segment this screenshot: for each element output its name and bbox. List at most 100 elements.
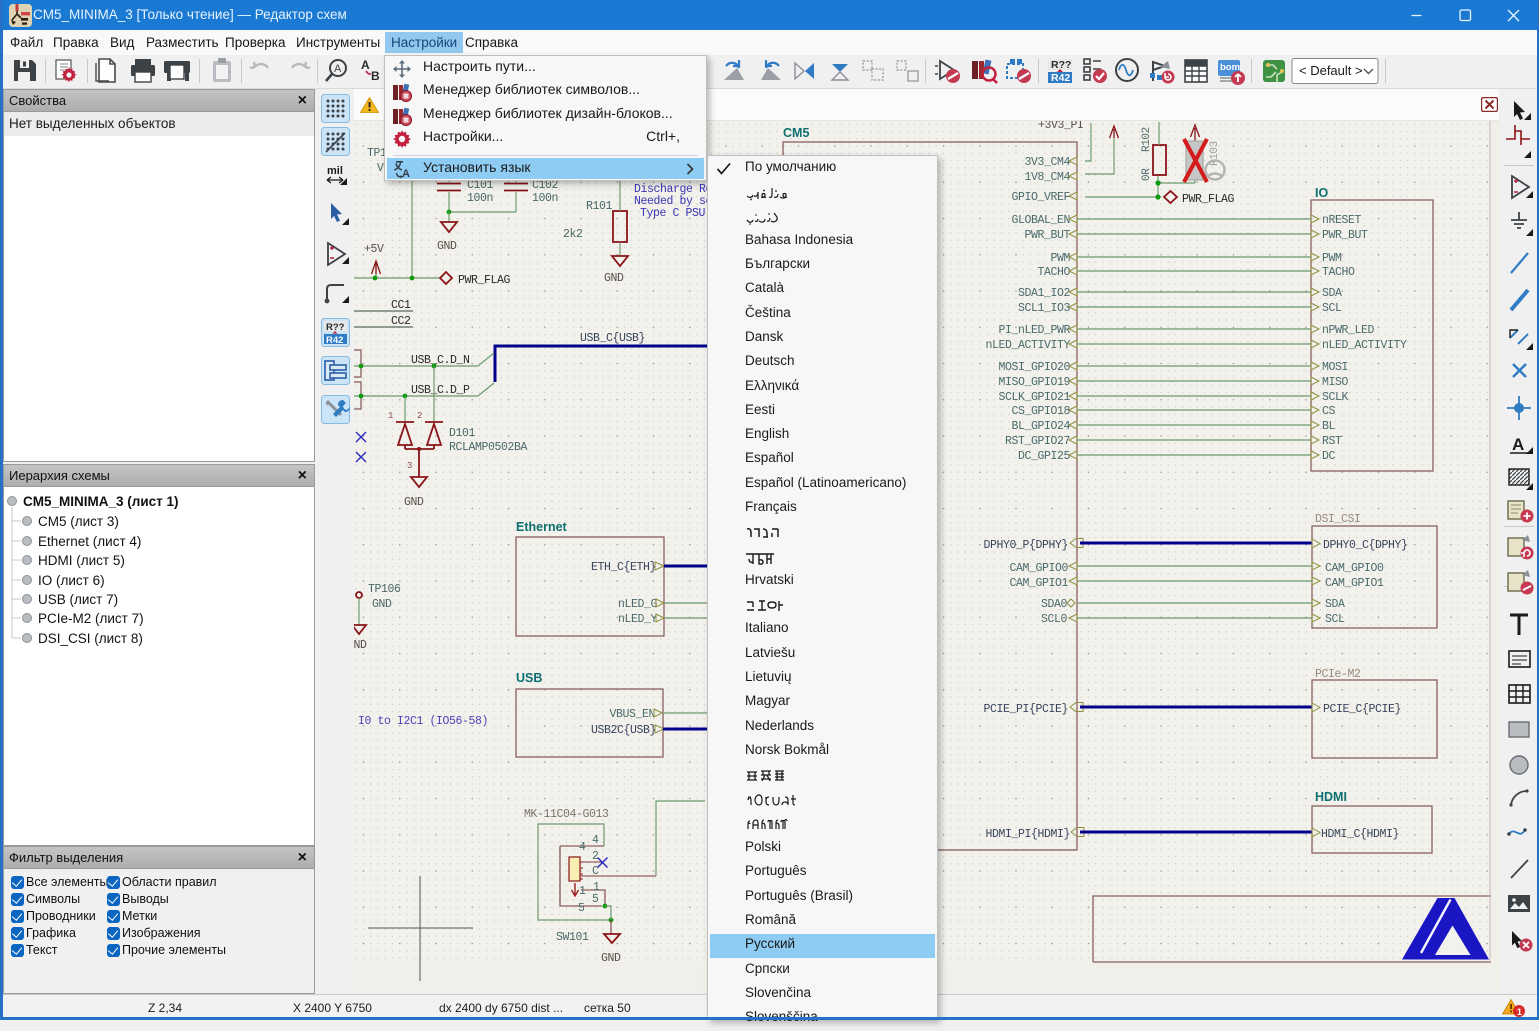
svg-text:3V3_CM4: 3V3_CM4 [1024, 156, 1070, 169]
svg-text:+5V: +5V [364, 243, 384, 256]
svg-text:PWR_BUT: PWR_BUT [1024, 229, 1070, 242]
svg-text:1V8_CM4: 1V8_CM4 [1024, 171, 1070, 184]
svg-text:5: 5 [578, 902, 585, 915]
svg-text:R42: R42 [326, 335, 343, 346]
svg-text:4: 4 [592, 834, 599, 847]
svg-text:Type C PSU: Type C PSU [640, 207, 706, 220]
svg-text:USB (лист 7): USB (лист 7) [38, 592, 118, 607]
svg-text:GND: GND [437, 240, 457, 253]
svg-text:nLED_Y: nLED_Y [618, 613, 658, 626]
svg-text:HDMI_PI{HDMI}: HDMI_PI{HDMI} [985, 828, 1070, 841]
svg-text:GND: GND [601, 952, 621, 965]
svg-text:nLED_ACTIVITY: nLED_ACTIVITY [1322, 339, 1407, 352]
svg-text:nLED_G: nLED_G [618, 598, 658, 611]
svg-text:PCIE_PI{PCIE}: PCIE_PI{PCIE} [983, 703, 1068, 716]
svg-text:MK-11C04-G013: MK-11C04-G013 [524, 808, 609, 821]
svg-text:USB_C{USB}: USB_C{USB} [580, 332, 645, 345]
svg-text:PWM: PWM [1050, 252, 1070, 265]
svg-text:R101: R101 [586, 200, 613, 213]
svg-text:SDA1_IO2: SDA1_IO2 [1018, 287, 1071, 300]
svg-text:IO (лист 6): IO (лист 6) [38, 573, 105, 588]
svg-text:A: A [334, 63, 342, 75]
svg-text:SCL0: SCL0 [1041, 613, 1068, 626]
svg-text:HDMI: HDMI [1315, 790, 1347, 804]
svg-text:USB_C.D_P: USB_C.D_P [411, 384, 470, 397]
svg-text:ETH_C{ETH}: ETH_C{ETH} [591, 561, 656, 574]
svg-text:nPWR_LED: nPWR_LED [1322, 324, 1375, 337]
svg-text:RST: RST [1322, 435, 1342, 448]
svg-text:C: C [592, 865, 599, 878]
svg-text:RST_GPIO27: RST_GPIO27 [1005, 435, 1070, 448]
svg-text:GLOBAL_EN: GLOBAL_EN [1011, 214, 1070, 227]
svg-text:SW101: SW101 [556, 931, 589, 944]
svg-text:R42: R42 [1051, 72, 1070, 84]
svg-text:PWR_BUT: PWR_BUT [1322, 229, 1368, 242]
svg-text:CM5_MINIMA_3 (лист 1): CM5_MINIMA_3 (лист 1) [23, 494, 179, 509]
svg-text:USB_C.D_N: USB_C.D_N [411, 354, 470, 367]
svg-text:2k2: 2k2 [563, 228, 583, 241]
svg-text:DSI_CSI (лист 8): DSI_CSI (лист 8) [38, 631, 143, 646]
svg-text:SCLK: SCLK [1322, 391, 1349, 404]
svg-text:2: 2 [592, 850, 599, 863]
svg-text:A: A [1512, 435, 1524, 454]
svg-text:SCLK_GPIO21: SCLK_GPIO21 [998, 391, 1070, 404]
svg-text:3: 3 [407, 461, 412, 471]
svg-text:R??: R?? [1051, 59, 1071, 71]
svg-text:MOSI_GPIO20: MOSI_GPIO20 [998, 361, 1070, 374]
svg-text:RCLAMP0502BA: RCLAMP0502BA [449, 441, 528, 454]
svg-text:SCL: SCL [1325, 613, 1345, 626]
svg-text:SCL1_IO3: SCL1_IO3 [1018, 302, 1071, 315]
svg-text:DC: DC [1322, 450, 1336, 463]
svg-text:HDMI_C{HDMI}: HDMI_C{HDMI} [1321, 828, 1399, 841]
svg-text:HDMI (лист 5): HDMI (лист 5) [38, 553, 125, 568]
svg-text:BL_GPIO24: BL_GPIO24 [1011, 420, 1070, 433]
svg-text:PCIe-M2: PCIe-M2 [1315, 668, 1361, 681]
svg-text:100n: 100n [467, 192, 493, 205]
svg-text:I0 to I2C1 (IO56-58): I0 to I2C1 (IO56-58) [358, 715, 488, 728]
svg-text:A: A [361, 58, 370, 72]
svg-text:CM5 (лист 3): CM5 (лист 3) [38, 514, 119, 529]
svg-text:CAM_GPIO1: CAM_GPIO1 [1325, 577, 1384, 590]
svg-text:MISO_GPIO19: MISO_GPIO19 [998, 376, 1070, 389]
svg-text:PWR_FLAG: PWR_FLAG [1182, 193, 1235, 206]
svg-text:1: 1 [388, 411, 393, 421]
svg-text:Ethernet: Ethernet [516, 520, 568, 534]
svg-text:CC1: CC1 [391, 299, 411, 312]
svg-text:TACHO: TACHO [1322, 266, 1355, 279]
svg-text:DPHY0_C{DPHY}: DPHY0_C{DPHY} [1323, 539, 1408, 552]
svg-text:BL: BL [1322, 420, 1336, 433]
svg-text:CM5: CM5 [783, 126, 809, 140]
svg-text:PCIe-M2 (лист 7): PCIe-M2 (лист 7) [38, 611, 144, 626]
svg-text:nRESET: nRESET [1322, 214, 1362, 227]
svg-text:CS_GPIO18: CS_GPIO18 [1011, 405, 1070, 418]
svg-text:2: 2 [417, 411, 422, 421]
svg-text:A: A [402, 168, 410, 179]
svg-text:PI_nLED_PWR: PI_nLED_PWR [998, 324, 1070, 337]
svg-text:TACHO: TACHO [1037, 266, 1070, 279]
svg-text:SDA0: SDA0 [1041, 598, 1068, 611]
svg-text:DSI_CSI: DSI_CSI [1315, 513, 1361, 526]
svg-text:USB2C{USB}: USB2C{USB} [591, 724, 656, 737]
svg-text:MOSI: MOSI [1322, 361, 1348, 374]
svg-text:mil: mil [327, 165, 343, 177]
svg-text:R102: R102 [1141, 127, 1153, 152]
svg-text:nLED_ACTIVITY: nLED_ACTIVITY [985, 339, 1070, 352]
svg-text:4: 4 [579, 841, 586, 854]
svg-text:D101: D101 [449, 427, 476, 440]
svg-text:< Default >: < Default > [1299, 63, 1363, 78]
svg-text:VBUS_EN: VBUS_EN [609, 708, 655, 721]
svg-text:CS: CS [1322, 405, 1336, 418]
svg-text:PWM: PWM [1322, 252, 1342, 265]
svg-text:USB: USB [516, 671, 542, 685]
svg-text:TP106: TP106 [368, 583, 401, 596]
svg-text:CAM_GPIO0: CAM_GPIO0 [1009, 562, 1068, 575]
svg-text:B: B [371, 69, 380, 83]
svg-text:SCL: SCL [1322, 302, 1342, 315]
svg-text:GND: GND [604, 272, 624, 285]
svg-text:100n: 100n [532, 192, 558, 205]
svg-text:GND: GND [372, 598, 392, 611]
svg-text:1: 1 [579, 885, 586, 898]
svg-text:5: 5 [592, 893, 599, 906]
svg-text:GND: GND [404, 496, 424, 509]
svg-text:SDA: SDA [1325, 598, 1345, 611]
